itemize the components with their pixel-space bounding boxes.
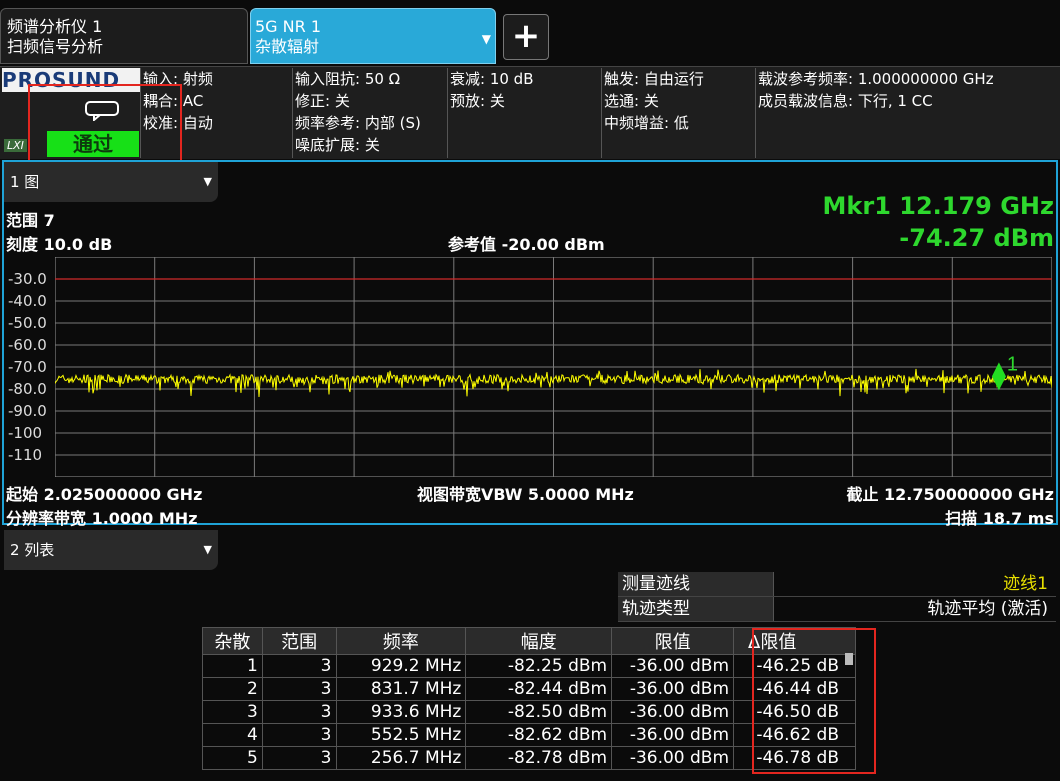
cell: 4 bbox=[202, 723, 263, 747]
cell: -36.00 dBm bbox=[611, 654, 735, 678]
graph-window-selector[interactable]: 1 图 ▼ bbox=[4, 162, 218, 202]
info-carrier-ref-freq: 载波参考频率: 1.000000000 GHz bbox=[758, 70, 994, 88]
cell: 2 bbox=[202, 677, 263, 701]
tab-subtitle: 杂散辐射 bbox=[255, 37, 320, 56]
list-window-selector[interactable]: 2 列表 ▼ bbox=[4, 530, 218, 570]
sweep-time-label: 扫描 18.7 ms bbox=[945, 509, 1054, 528]
info-correction: 修正: 关 bbox=[295, 92, 350, 110]
col-header-limit[interactable]: 限值 bbox=[611, 627, 735, 655]
info-trigger: 触发: 自由运行 bbox=[604, 70, 704, 88]
y-tick-label: -110 bbox=[8, 446, 43, 464]
col-header-range[interactable]: 范围 bbox=[261, 627, 337, 655]
list-meta: 测量迹线 迹线1 轨迹类型 轨迹平均 (激活) bbox=[618, 572, 1056, 622]
cell: -36.00 dBm bbox=[611, 723, 735, 747]
y-tick-label: -80.0 bbox=[8, 380, 47, 398]
scale-label: 刻度 10.0 dB bbox=[6, 235, 113, 254]
vbw-label: 视图带宽VBW 5.0000 MHz bbox=[417, 485, 634, 504]
tab-subtitle: 扫频信号分析 bbox=[7, 37, 104, 56]
marker-amplitude-readout: -74.27 dBm bbox=[899, 224, 1054, 252]
highlight-box bbox=[752, 628, 876, 774]
marker-frequency-readout: Mkr1 12.179 GHz bbox=[822, 192, 1054, 220]
y-tick-label: -70.0 bbox=[8, 358, 47, 376]
cell: -82.25 dBm bbox=[465, 654, 613, 678]
cell: 552.5 MHz bbox=[335, 723, 467, 747]
cell: 3 bbox=[202, 700, 263, 724]
tab-title: 频谱分析仪 1 bbox=[7, 17, 103, 36]
y-tick-label: -100 bbox=[8, 424, 43, 442]
info-attenuation: 衰减: 10 dB bbox=[450, 70, 534, 88]
cell: -82.62 dBm bbox=[465, 723, 613, 747]
cell: 5 bbox=[202, 746, 263, 770]
list-window-label: 2 列表 bbox=[10, 541, 55, 559]
tab-spectrum-analyzer[interactable]: 频谱分析仪 1 扫频信号分析 bbox=[0, 8, 248, 64]
info-atten-column[interactable]: 衰减: 10 dB 预放: 关 bbox=[447, 68, 601, 158]
cell: 1 bbox=[202, 654, 263, 678]
ref-level-label: 参考值 -20.00 dBm bbox=[448, 235, 605, 254]
marker-number: 1 bbox=[1007, 353, 1018, 375]
info-freq-ref: 频率参考: 内部 (S) bbox=[295, 114, 421, 132]
y-tick-label: -40.0 bbox=[8, 292, 47, 310]
cell: 3 bbox=[261, 654, 337, 678]
lxi-badge: LXI bbox=[4, 139, 27, 152]
cell: 929.2 MHz bbox=[335, 654, 467, 678]
cell: -82.78 dBm bbox=[465, 746, 613, 770]
info-impedance-column[interactable]: 输入阻抗: 50 Ω 修正: 关 频率参考: 内部 (S) 噪底扩展: 关 bbox=[292, 68, 447, 158]
info-preamp: 预放: 关 bbox=[450, 92, 505, 110]
info-if-gain: 中频增益: 低 bbox=[604, 114, 689, 132]
cell: 256.7 MHz bbox=[335, 746, 467, 770]
cell: -82.50 dBm bbox=[465, 700, 613, 724]
info-gate: 选通: 关 bbox=[604, 92, 659, 110]
y-tick-label: -90.0 bbox=[8, 402, 47, 420]
cell: -36.00 dBm bbox=[611, 700, 735, 724]
info-carrier-column[interactable]: 载波参考频率: 1.000000000 GHz 成员载波信息: 下行, 1 CC bbox=[755, 68, 1060, 158]
cell: -82.44 dBm bbox=[465, 677, 613, 701]
col-header-frequency[interactable]: 频率 bbox=[335, 627, 467, 655]
graph-window-label: 1 图 bbox=[10, 173, 40, 191]
meta-row-trace-type: 轨迹类型 轨迹平均 (激活) bbox=[618, 597, 1056, 622]
chevron-down-icon: ▼ bbox=[203, 543, 212, 556]
rbw-label: 分辨率带宽 1.0000 MHz bbox=[6, 509, 198, 528]
meta-row-trace: 测量迹线 迹线1 bbox=[618, 572, 1056, 597]
y-tick-label: -50.0 bbox=[8, 314, 47, 332]
tab-5g-nr[interactable]: 5G NR 1 杂散辐射 ▼ bbox=[250, 8, 496, 64]
col-header-amplitude[interactable]: 幅度 bbox=[465, 627, 613, 655]
cell: -36.00 dBm bbox=[611, 746, 735, 770]
cell: -36.00 dBm bbox=[611, 677, 735, 701]
y-tick-label: -30.0 bbox=[8, 270, 47, 288]
meta-key: 测量迹线 bbox=[618, 572, 774, 596]
dropdown-arrow-icon[interactable]: ▼ bbox=[482, 29, 491, 49]
chevron-down-icon: ▼ bbox=[203, 175, 212, 188]
cell: 3 bbox=[261, 677, 337, 701]
spectrum-plot[interactable]: 1 bbox=[55, 257, 1052, 477]
range-label: 范围 7 bbox=[6, 211, 55, 230]
cell: 831.7 MHz bbox=[335, 677, 467, 701]
add-tab-button[interactable]: + bbox=[503, 14, 549, 60]
info-trigger-column[interactable]: 触发: 自由运行 选通: 关 中频增益: 低 bbox=[601, 68, 755, 158]
cell: 3 bbox=[261, 746, 337, 770]
y-tick-label: -60.0 bbox=[8, 336, 47, 354]
tab-title: 5G NR 1 bbox=[255, 17, 322, 36]
info-impedance: 输入阻抗: 50 Ω bbox=[295, 70, 401, 88]
cell: 3 bbox=[261, 700, 337, 724]
col-header-spur[interactable]: 杂散 bbox=[202, 627, 263, 655]
meta-key: 轨迹类型 bbox=[618, 597, 774, 621]
cell: 3 bbox=[261, 723, 337, 747]
meta-value: 迹线1 bbox=[774, 572, 1056, 596]
info-component-carrier: 成员载波信息: 下行, 1 CC bbox=[758, 92, 933, 110]
meta-value: 轨迹平均 (激活) bbox=[774, 597, 1056, 621]
start-frequency-label: 起始 2.025000000 GHz bbox=[6, 485, 203, 504]
info-noise-floor: 噪底扩展: 关 bbox=[295, 136, 380, 154]
stop-frequency-label: 截止 12.750000000 GHz bbox=[846, 485, 1054, 504]
cell: 933.6 MHz bbox=[335, 700, 467, 724]
